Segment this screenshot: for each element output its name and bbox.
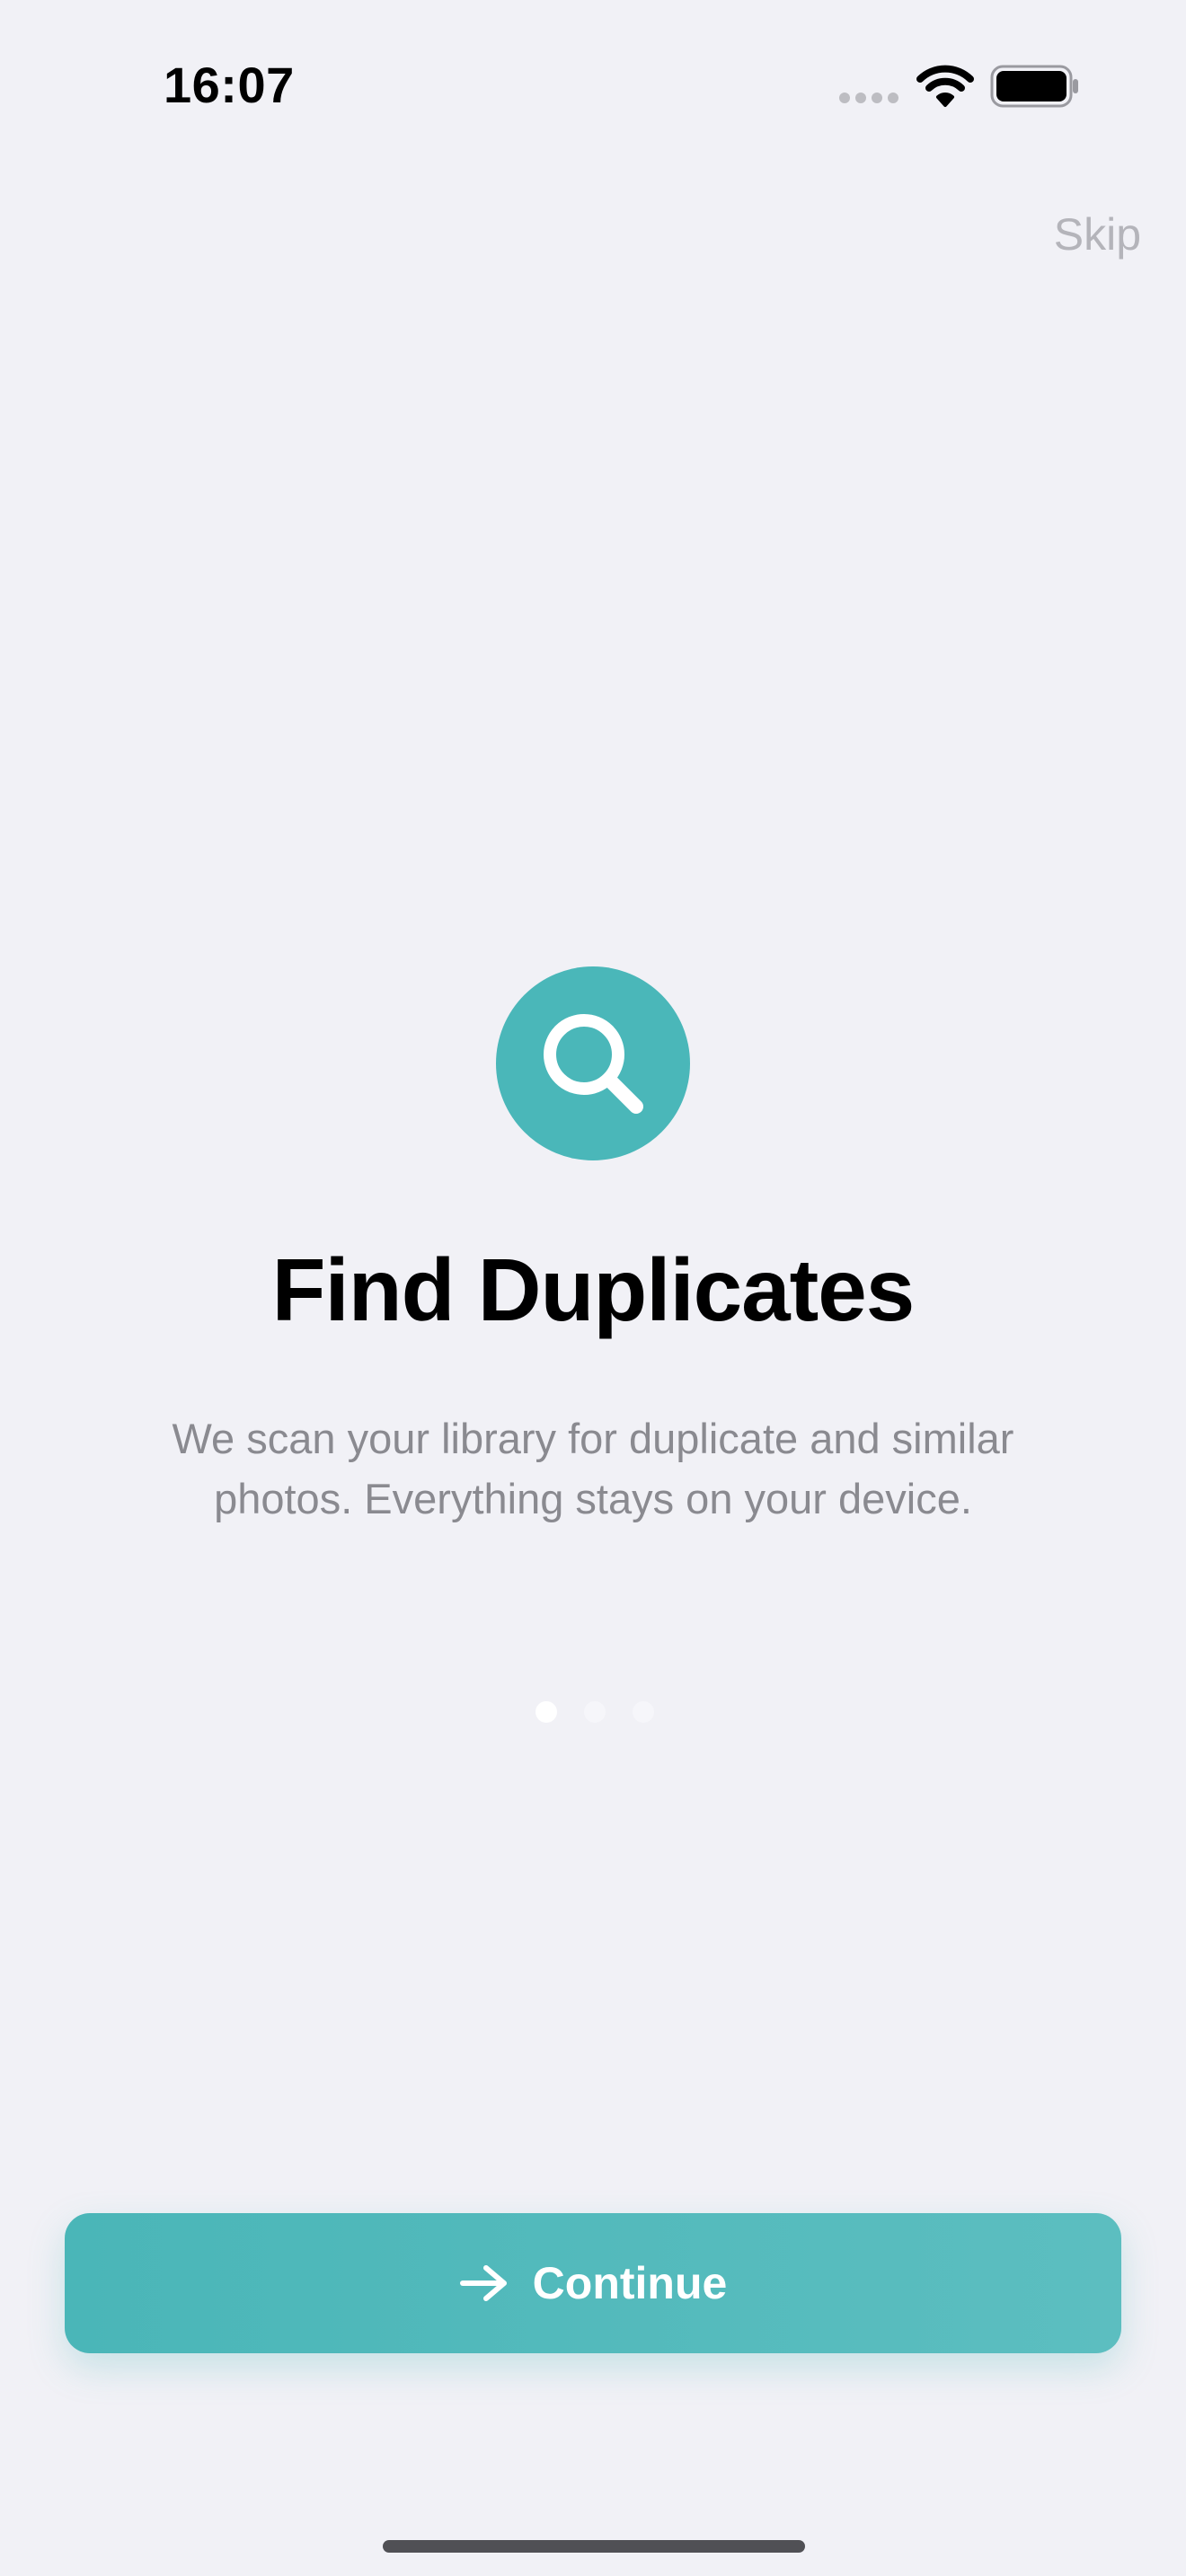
page-dot-3 (633, 1701, 654, 1723)
page-indicator (535, 1701, 654, 1723)
arrow-right-icon (459, 2265, 507, 2301)
continue-label: Continue (532, 2258, 728, 2308)
battery-icon (990, 65, 1078, 108)
continue-button[interactable]: Continue (65, 2213, 1121, 2353)
magnifying-glass-icon (544, 1014, 643, 1114)
page-dot-1 (535, 1701, 557, 1723)
page-description: We scan your library for duplicate and s… (172, 1415, 1014, 1522)
search-icon (496, 966, 690, 1160)
wifi-icon (916, 65, 974, 107)
home-indicator[interactable] (383, 2540, 805, 2553)
page-dot-2 (584, 1701, 606, 1723)
page-title: Find Duplicates (271, 1240, 916, 1339)
skip-button[interactable]: Skip (1054, 208, 1141, 260)
status-time: 16:07 (164, 57, 295, 113)
cellular-signal-icon (839, 93, 900, 105)
